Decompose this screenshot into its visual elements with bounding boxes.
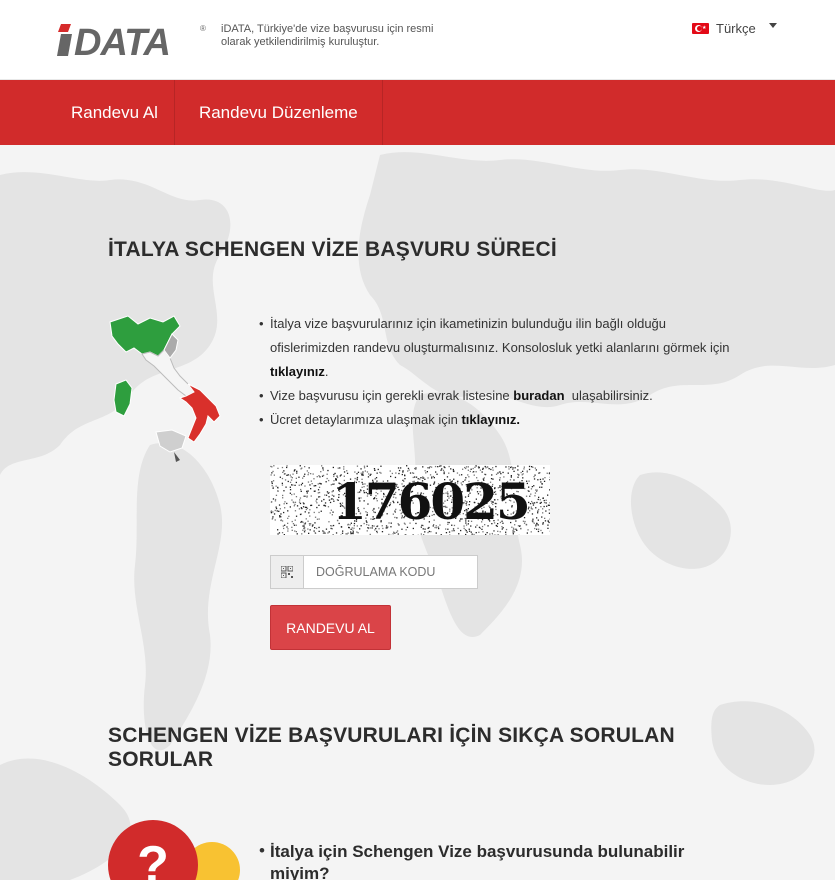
header-tagline: iDATA, Türkiye'de vize başvurusu için re… [221, 23, 434, 48]
nav-item-randevu-duzenleme[interactable]: Randevu Düzenleme [175, 80, 383, 145]
section-title-faq: SCHENGEN VİZE BAŞVURULARI İÇİN SIKÇA SOR… [108, 724, 675, 771]
captcha-image: 176025 [270, 465, 550, 535]
language-selector[interactable]: ★ Türkçe [692, 19, 777, 37]
section-title-visa-process: İTALYA SCHENGEN VİZE BAŞVURU SÜRECİ [108, 238, 557, 261]
italy-map-image [109, 315, 221, 462]
main-nav: Randevu Al Randevu Düzenleme [0, 80, 835, 145]
verification-group [270, 555, 478, 589]
svg-text:DATA: DATA [74, 22, 170, 60]
svg-text:®: ® [200, 24, 206, 33]
list-item: Vize başvurusu için gerekli evrak listes… [259, 384, 730, 408]
idata-logo[interactable]: DATA ® [57, 20, 209, 60]
main-content: İTALYA SCHENGEN VİZE BAŞVURU SÜRECİ İtal… [0, 145, 835, 880]
site-header: DATA ® iDATA, Türkiye'de vize başvurusu … [0, 0, 835, 80]
chevron-down-icon [768, 23, 777, 28]
question-mark-icon: ? [108, 820, 240, 880]
list-item: Ücret detaylarımıza ulaşmak için tıklayı… [259, 408, 730, 432]
turkey-flag-icon: ★ [692, 22, 709, 34]
qr-code-icon [271, 556, 304, 588]
fees-link[interactable]: tıklayınız. [461, 412, 520, 427]
jurisdiction-link[interactable]: tıklayınız [270, 364, 325, 379]
randevu-al-button[interactable]: RANDEVU AL [270, 605, 391, 650]
documents-link[interactable]: buradan [513, 388, 564, 403]
captcha-value: 176025 [332, 472, 531, 531]
list-item: İtalya vize başvurularınız için ikametin… [259, 312, 730, 384]
language-label: Türkçe [716, 20, 756, 36]
verification-code-input[interactable] [304, 556, 477, 588]
svg-text:?: ? [137, 836, 169, 880]
nav-item-randevu-al[interactable]: Randevu Al [55, 80, 175, 145]
faq-question[interactable]: İtalya için Schengen Vize başvurusunda b… [270, 841, 730, 880]
visa-info-list: İtalya vize başvurularınız için ikametin… [259, 312, 730, 432]
